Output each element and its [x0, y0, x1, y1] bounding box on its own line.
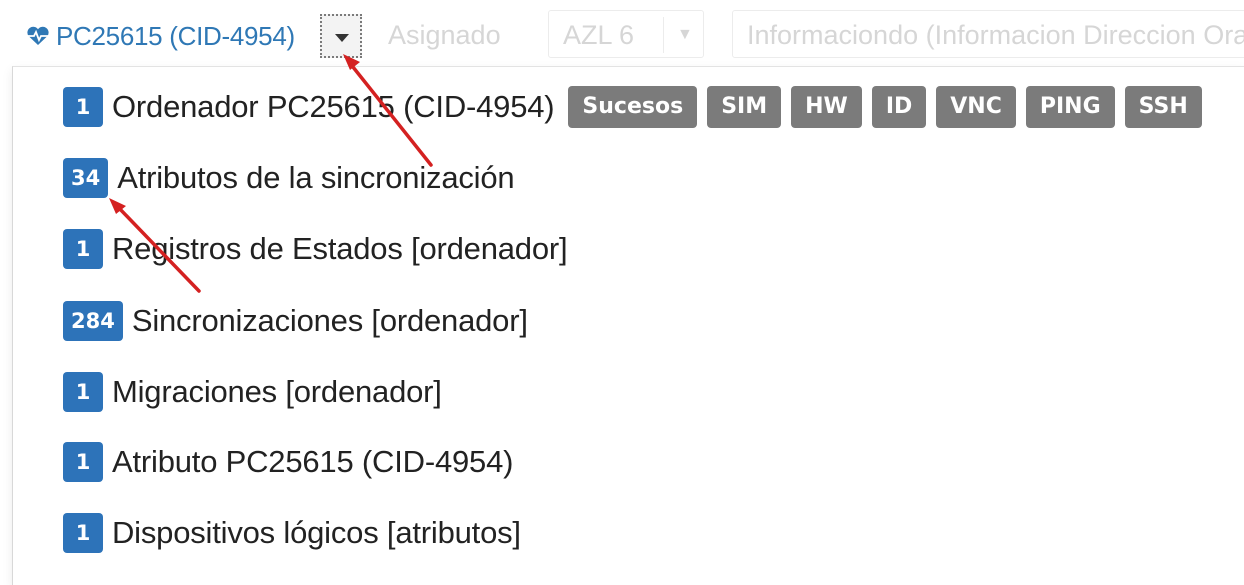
menu-item-label: Atributo PC25615 (CID-4954) [112, 444, 514, 479]
menu-item-label: Migraciones [ordenador] [112, 374, 442, 409]
menu-item-migrations[interactable]: 1 Migraciones [ordenador] [63, 370, 442, 414]
vnc-button[interactable]: VNC [936, 86, 1016, 128]
menu-item-label: Ordenador PC25615 (CID-4954) [112, 89, 555, 124]
menu-item-label: Sincronizaciones [ordenador] [131, 303, 528, 338]
count-badge: 1 [63, 513, 103, 553]
tool-buttons: Sucesos SIM HW ID VNC PING SSH [568, 86, 1202, 128]
hw-button[interactable]: HW [791, 86, 862, 128]
count-badge: 1 [63, 229, 103, 269]
menu-item-computer[interactable]: 1 Ordenador PC25615 (CID-4954) Sucesos S… [63, 85, 1202, 129]
caret-down-icon [335, 34, 349, 42]
menu-item-synchronizations[interactable]: 284 Sincronizaciones [ordenador] [63, 299, 528, 343]
count-badge: 1 [63, 87, 103, 127]
menu-item-state-records[interactable]: 1 Registros de Estados [ordenador] [63, 227, 568, 271]
count-badge: 284 [63, 301, 123, 341]
group-select-value: AZL 6 [563, 20, 635, 50]
heartbeat-icon [26, 26, 50, 46]
menu-item-label: Dispositivos lógicos [atributos] [112, 515, 521, 550]
host-label: PC25615 (CID-4954) [56, 20, 295, 51]
dropdown-menu: 1 Ordenador PC25615 (CID-4954) Sucesos S… [12, 66, 1244, 585]
sim-button[interactable]: SIM [707, 86, 782, 128]
ssh-button[interactable]: SSH [1124, 86, 1202, 128]
info-field-value: Informaciondo (Informacion Direccion Ora [747, 20, 1244, 50]
count-badge: 1 [63, 442, 103, 482]
menu-item-label: Registros de Estados [ordenador] [112, 231, 568, 266]
menu-item-attribute[interactable]: 1 Atributo PC25615 (CID-4954) [63, 440, 513, 484]
menu-item-label: Atributos de la sincronización [117, 160, 515, 195]
count-badge: 1 [63, 372, 103, 412]
sucesos-button[interactable]: Sucesos [568, 86, 698, 128]
info-field[interactable]: Informaciondo (Informacion Direccion Ora [732, 10, 1244, 58]
id-button[interactable]: ID [871, 86, 927, 128]
group-select[interactable]: AZL 6 ▼ [548, 10, 704, 58]
host-button[interactable]: PC25615 (CID-4954) [26, 16, 295, 56]
count-badge: 34 [63, 158, 109, 198]
dropdown-toggle-button[interactable] [320, 14, 362, 58]
assigned-label: Asignado [388, 20, 501, 50]
menu-item-sync-attributes[interactable]: 34 Atributos de la sincronización [63, 156, 515, 200]
page: Asignado AZL 6 ▼ Informaciondo (Informac… [0, 0, 1244, 585]
menu-item-logical-devices[interactable]: 1 Dispositivos lógicos [atributos] [63, 511, 521, 555]
chevron-down-icon: ▼ [677, 26, 693, 43]
ping-button[interactable]: PING [1025, 86, 1115, 128]
select-divider [663, 17, 664, 53]
